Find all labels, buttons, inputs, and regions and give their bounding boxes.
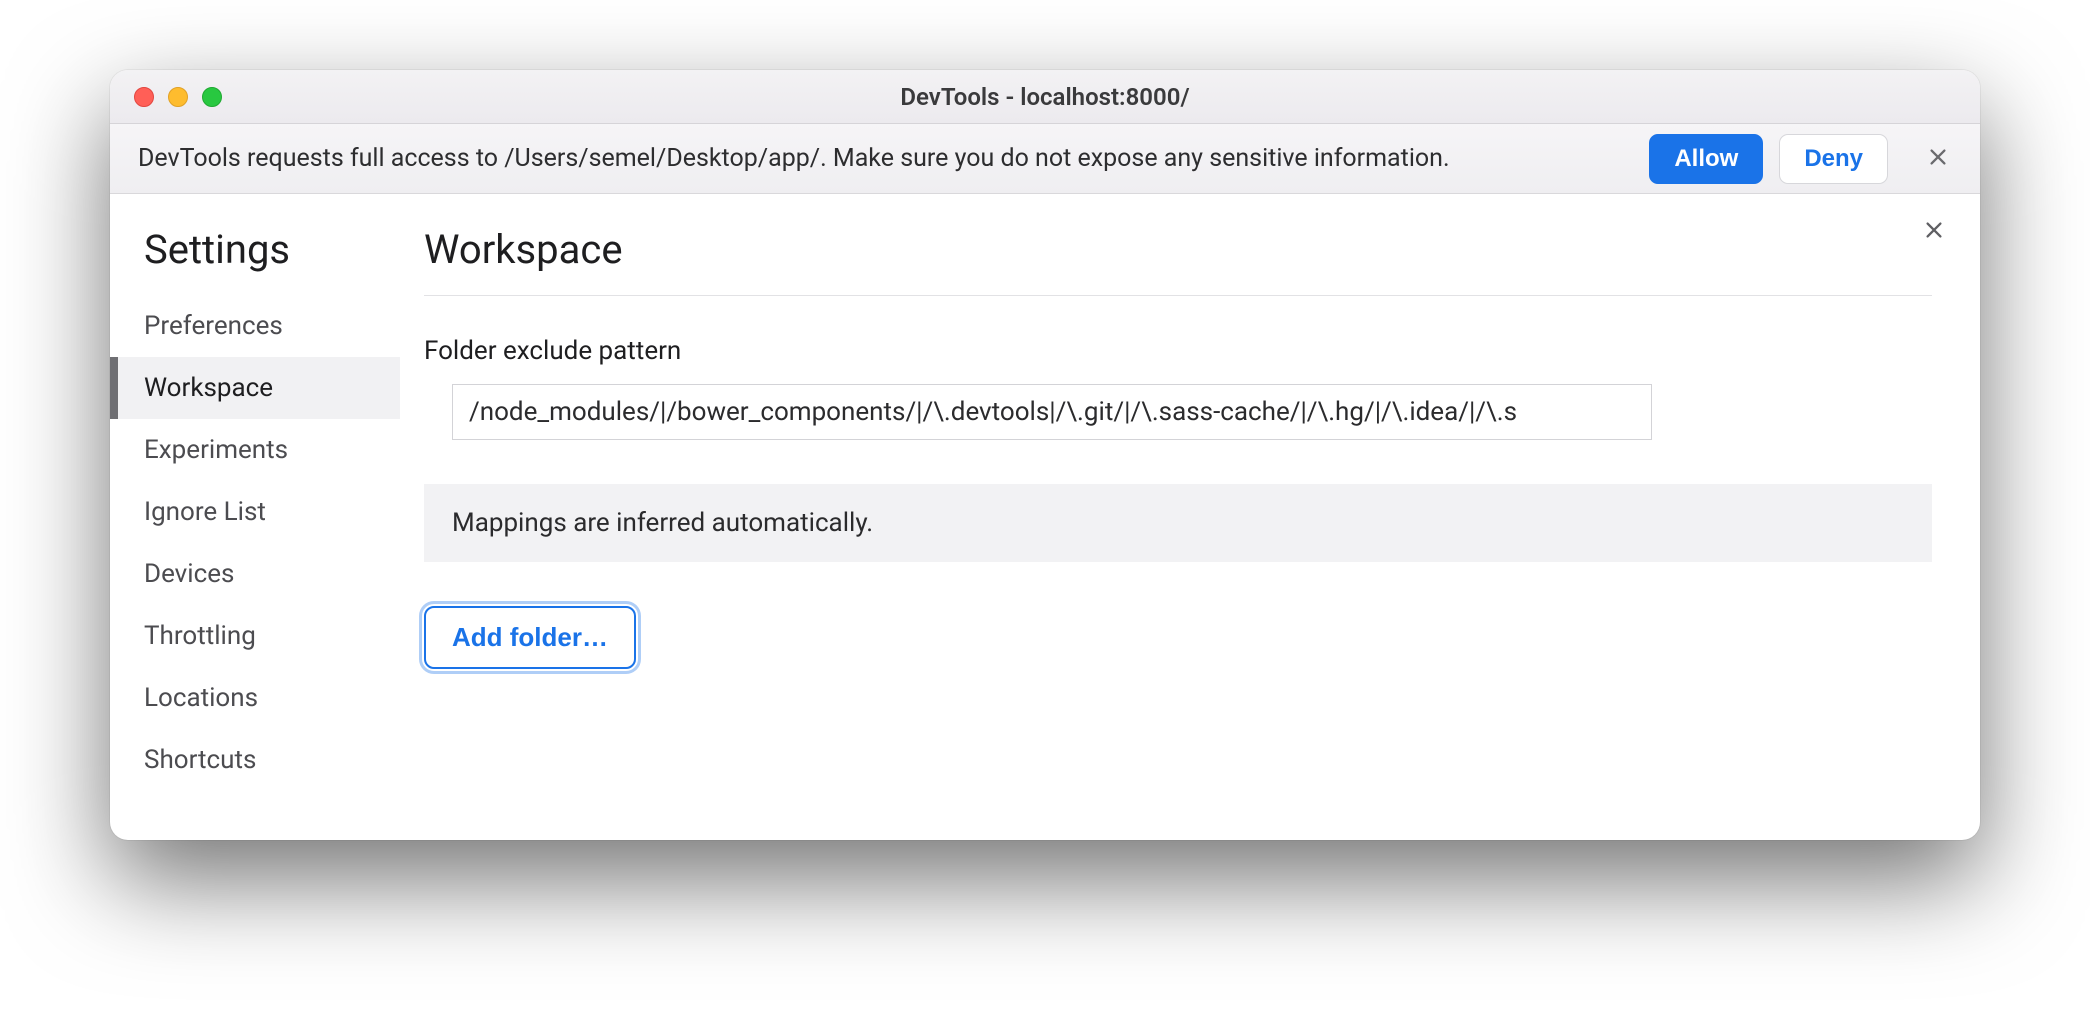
allow-button[interactable]: Allow: [1649, 134, 1763, 184]
sidebar-item-label: Experiments: [144, 435, 288, 465]
sidebar-item-label: Shortcuts: [144, 745, 256, 775]
maximize-window-button[interactable]: [202, 87, 222, 107]
sidebar-item-label: Workspace: [144, 373, 273, 403]
exclude-pattern-label: Folder exclude pattern: [424, 336, 1932, 366]
sidebar-item-label: Locations: [144, 683, 258, 713]
dismiss-notification-button[interactable]: [1916, 137, 1960, 181]
mappings-info: Mappings are inferred automatically.: [424, 484, 1932, 562]
window-title: DevTools - localhost:8000/: [110, 83, 1980, 111]
deny-button[interactable]: Deny: [1779, 134, 1888, 184]
sidebar-item-label: Ignore List: [144, 497, 266, 527]
sidebar-item-shortcuts[interactable]: Shortcuts: [110, 729, 400, 791]
access-request-bar: DevTools requests full access to /Users/…: [110, 124, 1980, 194]
settings-body: Settings Preferences Workspace Experimen…: [110, 194, 1980, 840]
traffic-lights: [134, 87, 222, 107]
add-folder-button[interactable]: Add folder…: [424, 606, 636, 669]
sidebar-item-throttling[interactable]: Throttling: [110, 605, 400, 667]
devtools-window: DevTools - localhost:8000/ DevTools requ…: [110, 70, 1980, 840]
close-settings-button[interactable]: [1916, 214, 1952, 250]
settings-heading: Settings: [110, 226, 400, 295]
close-icon: [1927, 146, 1949, 172]
sidebar-item-experiments[interactable]: Experiments: [110, 419, 400, 481]
sidebar-item-preferences[interactable]: Preferences: [110, 295, 400, 357]
panel-title: Workspace: [424, 226, 1932, 296]
settings-sidebar: Settings Preferences Workspace Experimen…: [110, 194, 400, 840]
sidebar-item-locations[interactable]: Locations: [110, 667, 400, 729]
close-window-button[interactable]: [134, 87, 154, 107]
sidebar-item-devices[interactable]: Devices: [110, 543, 400, 605]
minimize-window-button[interactable]: [168, 87, 188, 107]
sidebar-item-ignore-list[interactable]: Ignore List: [110, 481, 400, 543]
titlebar: DevTools - localhost:8000/: [110, 70, 1980, 124]
workspace-panel: Workspace Folder exclude pattern Mapping…: [400, 194, 1980, 840]
sidebar-item-workspace[interactable]: Workspace: [110, 357, 400, 419]
sidebar-item-label: Throttling: [144, 621, 256, 651]
close-icon: [1923, 219, 1945, 245]
sidebar-item-label: Devices: [144, 559, 234, 589]
sidebar-item-label: Preferences: [144, 311, 283, 341]
exclude-pattern-input[interactable]: [452, 384, 1652, 440]
access-request-message: DevTools requests full access to /Users/…: [138, 144, 1633, 173]
